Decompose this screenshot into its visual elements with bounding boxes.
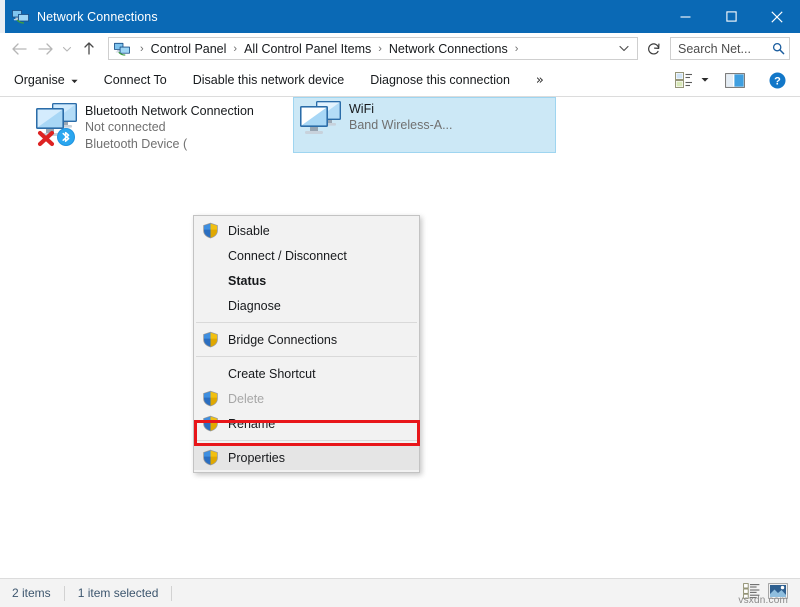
chevron-down-icon <box>71 77 78 86</box>
menu-item-create-shortcut[interactable]: Create Shortcut <box>194 361 419 386</box>
shield-icon <box>202 222 219 239</box>
search-input-text[interactable]: Search Net... <box>671 42 767 56</box>
organise-button[interactable]: Organise <box>14 73 78 87</box>
connection-status: Not connected <box>85 119 254 136</box>
diagnose-this-connection-button[interactable]: Diagnose this connection <box>370 73 510 87</box>
list-item-labels: Bluetooth Network Connection Not connect… <box>85 100 254 153</box>
chevron-down-icon[interactable] <box>615 43 637 55</box>
menu-item-label: Diagnose <box>228 299 281 313</box>
address-bar: › Control Panel › All Control Panel Item… <box>0 33 800 64</box>
menu-item-label: Rename <box>228 417 275 431</box>
disable-device-label: Disable this network device <box>193 73 344 87</box>
item-count-label: 2 items <box>12 586 51 600</box>
bluetooth-network-adapter-icon <box>30 100 85 148</box>
window-title: Network Connections <box>37 10 158 24</box>
disable-this-network-device-button[interactable]: Disable this network device <box>193 73 344 87</box>
diagnose-connection-label: Diagnose this connection <box>370 73 510 87</box>
breadcrumb-separator[interactable]: › <box>228 43 242 55</box>
status-bar: 2 items 1 item selected <box>0 578 800 607</box>
refresh-icon[interactable] <box>642 37 666 60</box>
menu-item-label: Connect / Disconnect <box>228 249 347 263</box>
breadcrumb-item-control-panel[interactable]: Control Panel <box>149 42 229 56</box>
connections-list: Bluetooth Network Connection Not connect… <box>0 97 800 578</box>
list-item[interactable]: WiFi Band Wireless-A... <box>293 97 556 153</box>
connect-to-button[interactable]: Connect To <box>104 73 167 87</box>
menu-item-label: Properties <box>228 451 285 465</box>
status-divider <box>64 586 65 601</box>
breadcrumb-separator[interactable]: › <box>510 43 524 55</box>
preview-pane-icon[interactable] <box>725 73 745 88</box>
title-bar: Network Connections <box>0 0 800 33</box>
svg-text:?: ? <box>774 75 781 87</box>
menu-item-bridge-connections[interactable]: Bridge Connections <box>194 327 419 352</box>
recent-locations-chevron[interactable] <box>58 36 76 62</box>
menu-item-label: Bridge Connections <box>228 333 337 347</box>
breadcrumb[interactable]: › Control Panel › All Control Panel Item… <box>108 37 638 60</box>
up-one-level-arrow[interactable] <box>76 36 102 62</box>
connection-name: Bluetooth Network Connection <box>85 103 254 119</box>
connect-to-label: Connect To <box>104 73 167 87</box>
maximize-button[interactable] <box>708 0 754 33</box>
overflow-chevrons-button[interactable]: » <box>536 73 544 88</box>
menu-separator <box>196 440 417 441</box>
shield-icon <box>202 390 219 407</box>
wifi-adapter-icon <box>294 98 349 146</box>
command-bar: Organise Connect To Disable this network… <box>0 64 800 97</box>
menu-item-label: Delete <box>228 392 264 406</box>
shield-icon <box>202 449 219 466</box>
network-connections-window: Network Connections <box>0 0 800 607</box>
menu-item-diagnose[interactable]: Diagnose <box>194 293 419 318</box>
search-input[interactable]: Search Net... <box>670 37 790 60</box>
selection-label: 1 item selected <box>78 586 159 600</box>
help-icon[interactable]: ? <box>769 72 786 89</box>
menu-separator <box>196 356 417 357</box>
change-view-icon[interactable] <box>675 72 693 88</box>
menu-item-disable[interactable]: Disable <box>194 218 419 243</box>
menu-item-properties[interactable]: Properties <box>194 445 419 470</box>
list-item-labels: WiFi Band Wireless-A... <box>349 98 453 134</box>
breadcrumb-item-all-control-panel-items[interactable]: All Control Panel Items <box>242 42 373 56</box>
minimize-button[interactable] <box>662 0 708 33</box>
breadcrumb-separator[interactable]: › <box>135 43 149 55</box>
connection-device: Band Wireless-A... <box>349 117 453 134</box>
menu-item-status[interactable]: Status <box>194 268 419 293</box>
menu-item-rename[interactable]: Rename <box>194 411 419 436</box>
connection-name: WiFi <box>349 101 453 117</box>
breadcrumb-item-network-connections[interactable]: Network Connections <box>387 42 510 56</box>
search-icon[interactable] <box>767 42 789 55</box>
menu-item-delete: Delete <box>194 386 419 411</box>
window-left-edge <box>0 0 5 33</box>
menu-separator <box>196 322 417 323</box>
shield-icon <box>202 415 219 432</box>
forward-arrow[interactable] <box>32 36 58 62</box>
network-connections-icon <box>12 9 29 24</box>
change-view-dropdown-caret[interactable] <box>701 77 709 83</box>
menu-item-label: Status <box>228 274 266 288</box>
connection-device: Bluetooth Device ( <box>85 136 254 153</box>
network-connections-icon <box>114 42 130 56</box>
close-button[interactable] <box>754 0 800 33</box>
list-item[interactable]: Bluetooth Network Connection Not connect… <box>30 100 292 162</box>
context-menu: Disable Connect / Disconnect Status Diag… <box>193 215 420 473</box>
organise-label: Organise <box>14 73 65 87</box>
menu-item-connect-disconnect[interactable]: Connect / Disconnect <box>194 243 419 268</box>
breadcrumb-separator[interactable]: › <box>373 43 387 55</box>
watermark: vsxdn.com <box>738 595 788 606</box>
back-arrow[interactable] <box>6 36 32 62</box>
status-divider <box>171 586 172 601</box>
menu-item-label: Disable <box>228 224 270 238</box>
menu-item-label: Create Shortcut <box>228 367 316 381</box>
shield-icon <box>202 331 219 348</box>
